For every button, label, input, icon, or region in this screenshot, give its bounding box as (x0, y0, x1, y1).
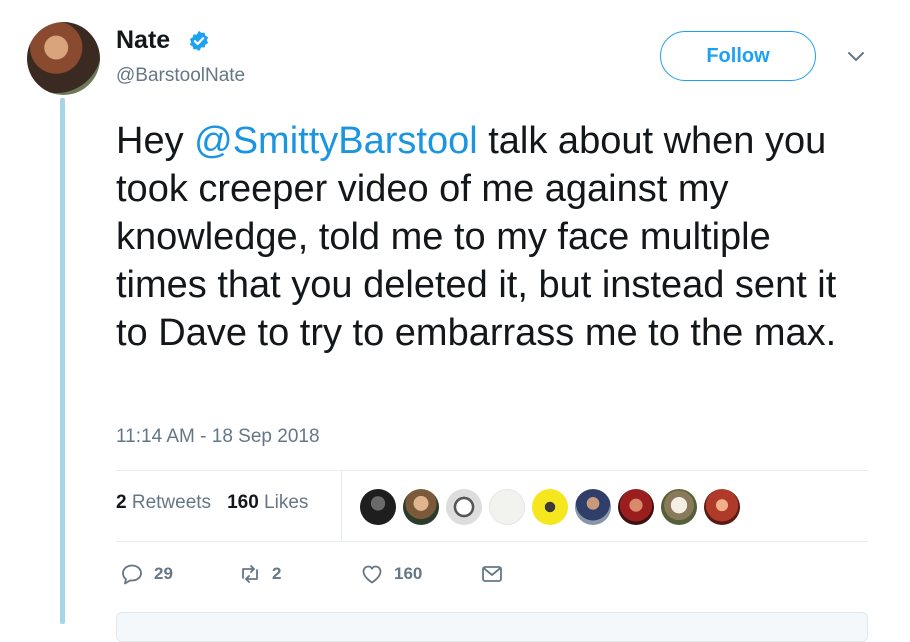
direct-message-action[interactable] (480, 562, 504, 586)
liker-avatar[interactable] (489, 489, 525, 525)
like-action[interactable]: 160 (360, 562, 422, 586)
liker-avatar[interactable] (446, 489, 482, 525)
liker-avatar[interactable] (360, 489, 396, 525)
liker-avatar[interactable] (532, 489, 568, 525)
divider (116, 470, 868, 471)
verified-badge-icon (189, 30, 209, 52)
likes-label: Likes (264, 492, 309, 513)
reply-action[interactable]: 29 (120, 562, 173, 586)
retweet-count: 2 (272, 564, 282, 583)
thread-line (60, 98, 65, 624)
tweet-stats: 2 Retweets 160 Likes (116, 492, 308, 514)
liker-avatar[interactable] (618, 489, 654, 525)
retweets-label: Retweets (131, 492, 212, 513)
stats-separator (341, 471, 342, 541)
chevron-down-icon[interactable] (846, 50, 866, 64)
reply-input[interactable] (116, 612, 868, 642)
divider (116, 541, 868, 542)
tweet-text-pre: Hey (116, 120, 195, 162)
avatar[interactable] (27, 22, 100, 95)
mention-link[interactable]: @SmittyBarstool (194, 120, 478, 162)
user-handle[interactable]: @BarstoolNate (116, 65, 245, 87)
liker-avatar[interactable] (575, 489, 611, 525)
reply-count: 29 (154, 564, 173, 583)
heart-icon (362, 565, 382, 584)
like-count: 160 (394, 564, 423, 583)
retweet-action[interactable]: 2 (238, 562, 281, 586)
tweet-timestamp[interactable]: 11:14 AM - 18 Sep 2018 (116, 426, 320, 448)
liker-avatars (360, 489, 740, 525)
tweet-text: Hey @SmittyBarstool talk about when you … (116, 117, 846, 357)
likes-count: 160 (227, 492, 259, 513)
likes-stat[interactable]: 160 Likes (227, 492, 308, 514)
user-name[interactable]: Nate (116, 26, 170, 55)
liker-avatar[interactable] (403, 489, 439, 525)
reply-icon (122, 564, 142, 585)
retweets-count: 2 (116, 492, 127, 513)
follow-button[interactable]: Follow (660, 31, 816, 81)
tweet-actions: 29 2 160 (120, 562, 540, 588)
retweets-stat[interactable]: 2 Retweets (116, 492, 211, 514)
liker-avatar[interactable] (661, 489, 697, 525)
envelope-icon (482, 566, 502, 582)
liker-avatar[interactable] (704, 489, 740, 525)
retweet-icon (242, 565, 258, 583)
